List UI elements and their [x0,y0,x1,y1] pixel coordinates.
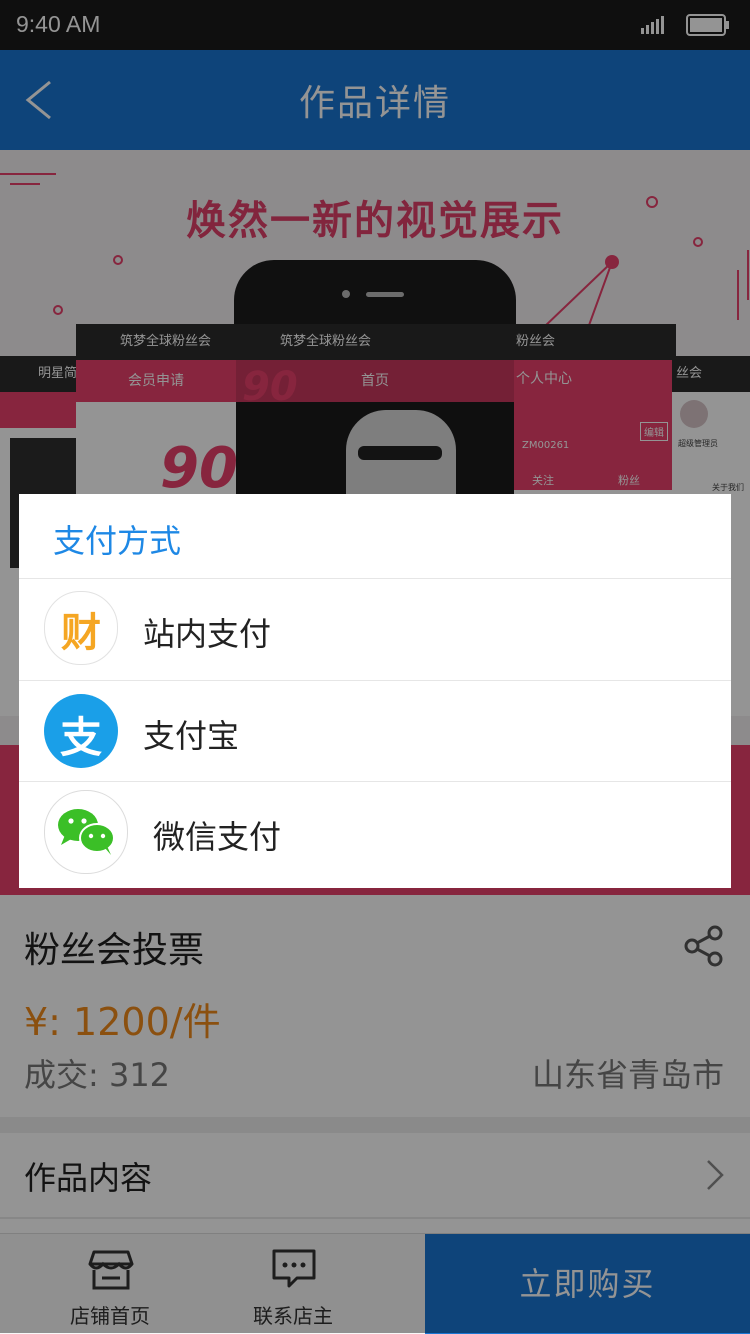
pay-option-label: 微信支付 [153,818,282,856]
wallet-icon: 财 [44,591,118,665]
payment-method-dialog: 支付方式 财 站内支付 支 支付宝 微信支付 [19,494,731,888]
pay-option-label: 站内支付 [143,615,272,653]
wechat-icon [44,790,128,874]
wallet-icon-char: 财 [61,610,101,656]
pay-option-label: 支付宝 [143,717,240,755]
pay-option-wechat[interactable]: 微信支付 [19,782,731,883]
alipay-icon-char: 支 [59,713,102,762]
alipay-icon: 支 [44,694,118,768]
pay-option-in-app[interactable]: 财 站内支付 [19,579,731,680]
pay-option-alipay[interactable]: 支 支付宝 [19,681,731,782]
dialog-title: 支付方式 [53,522,182,560]
